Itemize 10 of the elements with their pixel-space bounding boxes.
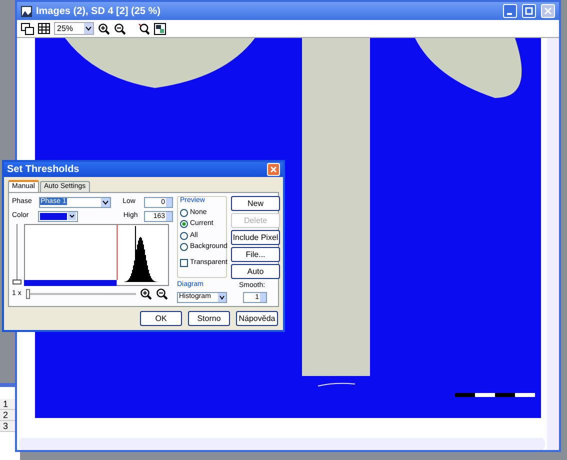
dialog-button[interactable]: File... (231, 247, 280, 262)
dialog-button[interactable]: Include Pixel (231, 230, 280, 245)
dialog-button[interactable]: New (231, 196, 280, 211)
zoom-select[interactable]: 25% (54, 22, 94, 35)
dialog-button[interactable]: Nápověda (236, 311, 278, 326)
dialog-button[interactable]: Storno (188, 311, 230, 326)
dialog-button[interactable]: Auto (231, 264, 280, 279)
dialog-button[interactable]: OK (140, 311, 182, 326)
dialog-title: Set Thresholds (7, 163, 80, 177)
window-title: Images (2), SD 4 [2] (25 %) (36, 4, 162, 18)
